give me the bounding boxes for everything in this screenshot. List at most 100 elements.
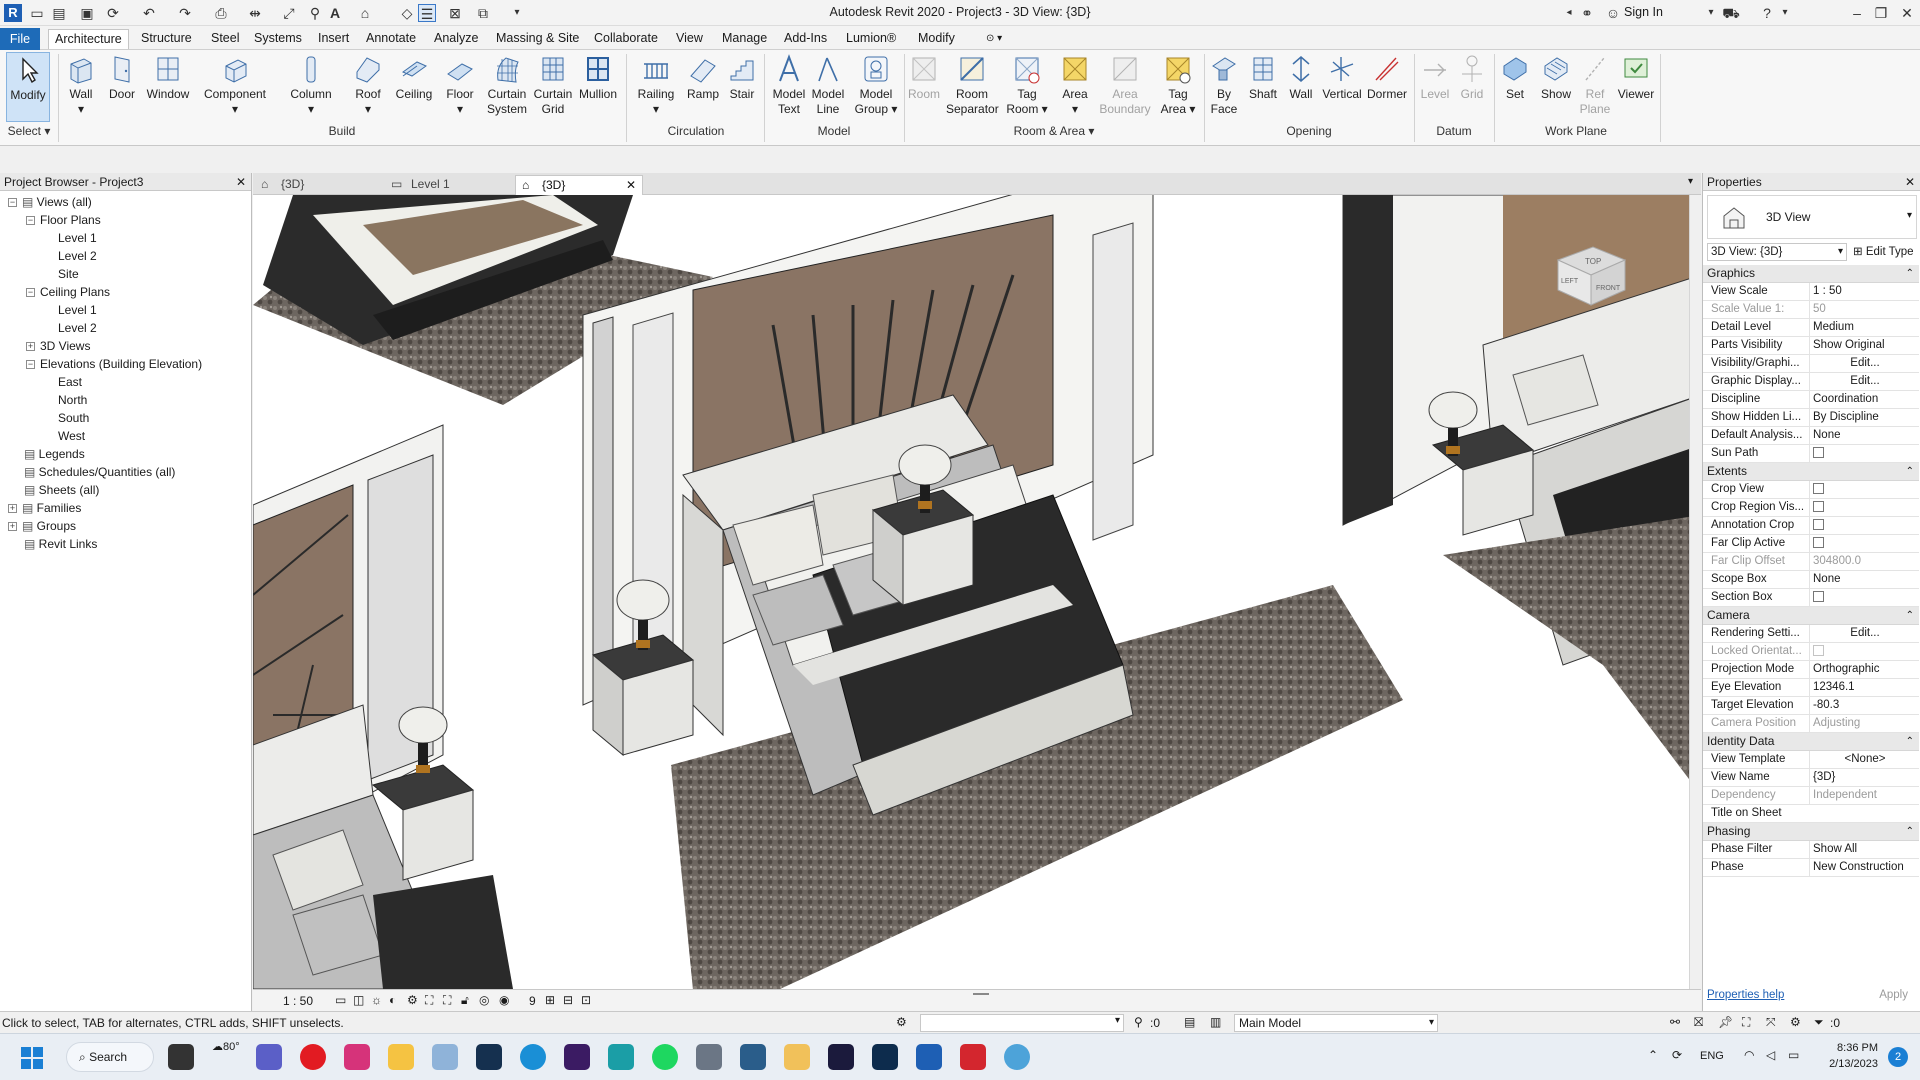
property-category[interactable]: Extents ⌃ [1703,463,1919,481]
area-tool[interactable]: Area ▾ [1058,52,1092,117]
input-language[interactable]: ENG [1700,1050,1724,1062]
tab-manage[interactable]: Manage [716,29,773,49]
viewcube-front-label[interactable]: FRONT [1596,285,1621,292]
analytical-model-icon[interactable]: ⊞ [545,993,555,1007]
close-properties-icon[interactable]: ✕ [1905,173,1915,191]
collapse-section-icon[interactable]: ⌃ [1906,823,1914,840]
tab-architecture[interactable]: Architecture [48,29,129,49]
column-tool[interactable]: Column ▾ [286,52,336,117]
tray-sync-icon[interactable]: ⟳ [1672,1048,1682,1062]
expand-icon[interactable]: + [26,342,35,352]
media-icon[interactable] [784,1044,810,1070]
collapse-section-icon[interactable]: ⌃ [1906,463,1914,480]
tab-structure[interactable]: Structure [135,29,198,49]
tree-item[interactable]: Level 1 [44,301,97,319]
close-icon[interactable]: ✕ [1898,4,1916,22]
tab-collaborate[interactable]: Collaborate [588,29,664,49]
tab-view[interactable]: View [670,29,709,49]
collapse-icon[interactable]: − [26,216,35,226]
modify-tool[interactable]: Modify [6,52,50,122]
shadows-icon[interactable]: ◐ [389,993,396,1007]
property-checkbox[interactable] [1813,591,1824,603]
ribbon-minimize-icon[interactable]: ⊙ ▾ [980,29,1008,49]
property-value[interactable]: New Construction [1809,859,1917,876]
tree-item[interactable]: ▤ Revit Links [8,535,97,553]
dormer-tool[interactable]: Dormer [1366,52,1408,102]
viewport-scrollbar[interactable] [1689,195,1701,989]
weather-widget[interactable]: ☁80° [212,1040,240,1053]
reveal-hidden-icon[interactable]: ◉ [499,993,509,1007]
restore-icon[interactable]: ❐ [1872,4,1890,22]
tab-list-dropdown-icon[interactable]: ▾ [1688,176,1693,187]
property-value[interactable]: Medium [1809,319,1917,336]
property-checkbox-cell[interactable] [1809,517,1917,534]
globe-app-icon[interactable] [1004,1044,1030,1070]
tab-3d-view-active[interactable]: ⌂ {3D} ✕ [515,175,643,195]
tree-item[interactable]: ▤ Sheets (all) [8,481,99,499]
select-underlay-icon[interactable]: ⛝ [1694,1015,1703,1030]
model-group-tool[interactable]: Model Group ▾ [854,52,898,117]
type-dropdown-icon[interactable]: ▾ [1907,210,1912,221]
tree-item[interactable]: + ▤ Families [8,499,81,517]
collapse-icon[interactable]: − [26,288,35,298]
instagram-icon[interactable] [344,1044,370,1070]
tab-3d-view-1[interactable]: ⌂ {3D} [255,175,383,195]
property-category[interactable]: Identity Data ⌃ [1703,733,1919,751]
property-checkbox[interactable] [1813,519,1824,531]
property-value[interactable]: Show Original [1809,337,1917,354]
property-checkbox[interactable] [1813,447,1824,459]
tree-item[interactable]: Site [44,265,79,283]
tab-insert[interactable]: Insert [312,29,355,49]
app-network-icon[interactable] [696,1044,722,1070]
help-dropdown-icon[interactable]: ▾ [1776,4,1794,22]
type-selector[interactable]: 3D View ▾ [1707,195,1917,239]
worksets-icon[interactable]: ⚙ [896,1015,907,1029]
tab-lumion[interactable]: Lumion® [840,29,902,49]
model-text-tool[interactable]: Model Text [770,52,808,117]
volume-icon[interactable]: ◁ [1766,1048,1775,1062]
editable-only-icon[interactable]: ⚲ [1134,1015,1143,1029]
select-by-face-icon[interactable]: ⛶ [1742,1015,1750,1030]
tab-steel[interactable]: Steel [205,29,246,49]
design-option-select[interactable]: Main Model ▾ [1234,1014,1438,1032]
property-value[interactable]: 12346.1 [1809,679,1917,696]
property-checkbox-cell[interactable] [1809,535,1917,552]
property-value[interactable]: Show All [1809,841,1917,858]
tree-item[interactable]: South [44,409,89,427]
3d-viewport[interactable]: TOP FRONT LEFT [253,195,1701,989]
sign-in-link[interactable]: Sign In [1624,5,1663,19]
room-separator-tool[interactable]: Room Separator [946,52,999,117]
component-tool[interactable]: Component ▾ [200,52,270,117]
tab-level-1[interactable]: ▭ Level 1 [385,175,513,195]
select-links-icon[interactable]: ⚯ [1670,1015,1680,1029]
property-edit-button[interactable]: Edit... [1809,355,1917,372]
level-tool[interactable]: Level [1418,52,1452,102]
property-value[interactable]: {3D} [1809,769,1917,786]
binoculars-icon[interactable]: ⚭ [1578,4,1596,22]
area-boundary-tool[interactable]: Area Boundary [1096,52,1154,117]
teams-icon[interactable] [256,1044,282,1070]
property-value[interactable]: -80.3 [1809,697,1917,714]
mullion-tool[interactable]: Mullion [576,52,620,102]
floor-tool[interactable]: Floor ▾ [442,52,478,117]
grid-tool[interactable]: Grid [1456,52,1488,102]
instance-filter-select[interactable]: 3D View: {3D} ▾ [1707,243,1847,261]
taskbar-search[interactable]: ⌕ Search [66,1042,154,1072]
view-scale[interactable]: 1 : 50 [283,994,313,1008]
property-checkbox[interactable] [1813,483,1824,495]
collapse-icon[interactable]: − [26,360,35,370]
viewcube-left-label[interactable]: LEFT [1561,278,1579,285]
by-face-tool[interactable]: By Face [1208,52,1240,117]
set-tool[interactable]: Set [1500,52,1530,102]
tree-item[interactable]: Level 1 [44,229,97,247]
apply-button[interactable]: Apply [1879,989,1908,1001]
property-checkbox-cell[interactable] [1809,499,1917,516]
close-browser-icon[interactable]: ✕ [236,173,246,191]
opening-wall-tool[interactable]: Wall [1286,52,1316,102]
viewport-splitter[interactable] [973,993,989,995]
spotify-icon[interactable] [652,1044,678,1070]
edge-icon[interactable] [520,1044,546,1070]
property-edit-button[interactable]: <None> [1809,751,1917,768]
tray-overflow-icon[interactable]: ⌃ [1648,1048,1658,1062]
wall-tool[interactable]: Wall ▾ [64,52,98,117]
